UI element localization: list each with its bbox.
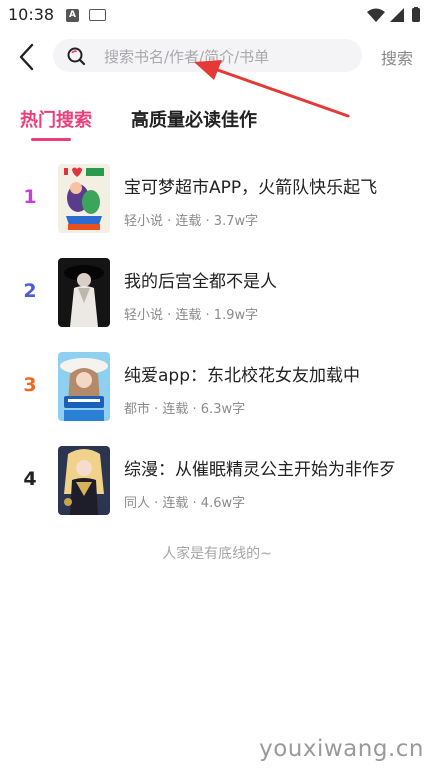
book-cover-image xyxy=(58,164,110,233)
book-title: 宝可梦超市APP，火箭队快乐起飞 xyxy=(124,178,378,198)
book-meta: 都市 · 连载 · 6.3w字 xyxy=(124,402,246,417)
tab-hot-search[interactable]: 热门搜索 xyxy=(20,106,92,132)
search-tabs: 热门搜索 高质量必读佳作 xyxy=(0,106,434,146)
search-input[interactable]: 搜索书名/作者/简介/书单 xyxy=(53,39,362,72)
book-cover-image xyxy=(58,258,110,327)
chevron-left-icon xyxy=(19,43,34,71)
battery-icon xyxy=(412,8,420,22)
book-meta: 轻小说 · 连载 · 3.7w字 xyxy=(124,214,259,229)
search-placeholder: 搜索书名/作者/简介/书单 xyxy=(104,48,270,66)
wifi-icon xyxy=(367,8,385,22)
tab-quality-picks[interactable]: 高质量必读佳作 xyxy=(131,106,257,132)
end-of-list-note: 人家是有底线的~ xyxy=(162,546,272,562)
search-icon xyxy=(67,47,86,66)
watermark: youxiwang.cn xyxy=(259,736,424,762)
list-item[interactable]: 4 综漫：从催眠精灵公主开始为非作歹 同人 · 连载 · 4.6w字 xyxy=(0,446,434,518)
list-item[interactable]: 3 纯爱app：东北校花女友加载中 都市 · 连载 · 6.3w字 xyxy=(0,352,434,424)
list-item[interactable]: 1 宝可梦超市APP，火箭队快乐起飞 轻小说 · 连载 · 3.7w字 xyxy=(0,164,434,236)
notification-a-icon: A xyxy=(66,9,79,22)
book-meta: 同人 · 连载 · 4.6w字 xyxy=(124,496,246,511)
book-meta: 轻小说 · 连载 · 1.9w字 xyxy=(124,308,259,323)
signal-icon xyxy=(390,8,404,22)
system-status-icons xyxy=(367,7,420,22)
book-title: 我的后宫全都不是人 xyxy=(124,272,277,292)
book-cover-image xyxy=(58,352,110,421)
search-header: 搜索书名/作者/简介/书单 搜索 xyxy=(0,36,434,76)
rank-number: 1 xyxy=(23,186,37,208)
book-cover-image xyxy=(58,446,110,515)
rank-number: 4 xyxy=(23,468,37,490)
book-title: 综漫：从催眠精灵公主开始为非作歹 xyxy=(124,460,396,480)
rank-number: 3 xyxy=(23,374,37,396)
rank-number: 2 xyxy=(23,280,37,302)
status-bar: 10:38 A xyxy=(0,0,434,30)
back-button[interactable] xyxy=(14,40,42,72)
keyboard-icon xyxy=(89,9,106,21)
book-title: 纯爱app：东北校花女友加载中 xyxy=(124,366,360,386)
list-item[interactable]: 2 我的后宫全都不是人 轻小说 · 连载 · 1.9w字 xyxy=(0,258,434,330)
search-button[interactable]: 搜索 xyxy=(381,45,413,69)
active-tab-indicator xyxy=(31,138,71,141)
status-time: 10:38 xyxy=(8,5,55,24)
